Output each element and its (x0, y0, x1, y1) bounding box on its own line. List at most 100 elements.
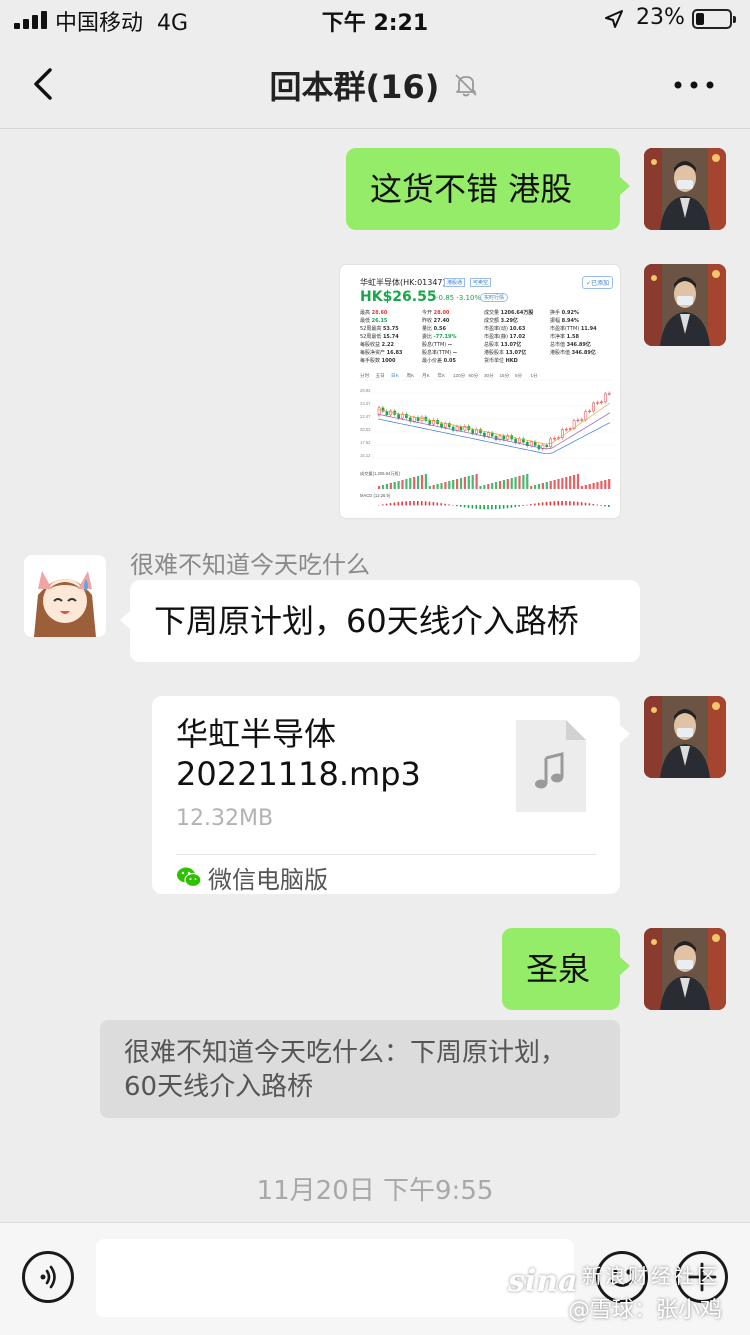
stock-price: HK$26.55 (360, 289, 437, 305)
macd-bar (542, 502, 544, 505)
volume-bar (608, 479, 610, 489)
quote-cell: 量比 0.56 (422, 325, 446, 332)
candle (456, 427, 458, 431)
stock-change: -0.85 -3.10% (436, 294, 481, 302)
candle (585, 412, 587, 420)
volume-bar (573, 475, 575, 489)
volume-bar (398, 481, 400, 489)
quote-cell: 市盈率(静) 17.02 (484, 333, 525, 340)
quote-cell: 换手 0.92% (550, 309, 579, 316)
chart-tab: 30分 (484, 372, 494, 379)
y-tick-label: 22.47 (360, 414, 371, 419)
volume-bar (585, 485, 587, 489)
quote-cell: 股息(TTM) -- (422, 341, 452, 348)
macd-bar (421, 501, 423, 505)
macd-bar (495, 505, 497, 509)
volume-bar (557, 479, 559, 489)
volume-bar (515, 477, 517, 489)
y-tick-label: 15.12 (360, 453, 371, 458)
message-input[interactable] (96, 1239, 574, 1317)
macd-bar (429, 502, 431, 506)
my-avatar[interactable] (644, 264, 726, 346)
message-bubble[interactable]: 圣泉 (502, 928, 620, 1010)
volume-bar (581, 486, 583, 489)
quoted-message[interactable]: 很难不知道今天吃什么：下周原计划， 60天线介入路桥 (100, 1020, 620, 1118)
stock-screenshot-image[interactable]: 华虹半导体(HK:01347) 港股通 可卖空 ✓已添加 HK$26.55 -0… (340, 265, 620, 518)
macd-bar (405, 501, 407, 505)
y-tick-label: 17.52 (360, 440, 371, 445)
voice-input-button[interactable] (22, 1251, 74, 1303)
quote-cell: 每股净资产 16.83 (360, 349, 402, 356)
y-tick-label: 23.47 (360, 401, 371, 406)
quote-cell: 港股股本 13.07亿 (484, 349, 526, 356)
message-bubble[interactable]: 下周原计划，60天线介入路桥 (130, 580, 640, 662)
macd-bar (499, 505, 501, 509)
macd-bar (483, 505, 485, 509)
macd-bar (565, 501, 567, 505)
volume-bar (382, 485, 384, 489)
sender-avatar[interactable] (24, 555, 106, 637)
macd-bar (448, 504, 450, 505)
my-avatar[interactable] (644, 928, 726, 1010)
macd-bar (507, 505, 509, 508)
macd-bar (569, 501, 571, 505)
my-avatar[interactable] (644, 148, 726, 230)
stock-kline-chart: 分时五日日K周K月K年K120分60分30分15分5分1分29.8223.472… (358, 371, 614, 513)
chart-tab: 周K (407, 373, 416, 379)
macd-bar (577, 502, 579, 506)
my-avatar[interactable] (644, 696, 726, 778)
macd-bar (526, 505, 528, 506)
quote-cell: 每手股数 1000 (360, 357, 396, 364)
volume-bar (479, 486, 481, 489)
chart-tab: 分时 (360, 372, 370, 379)
volume-bar (444, 482, 446, 489)
macd-bar (437, 503, 439, 506)
location-arrow-icon (604, 9, 624, 29)
message-text: 圣泉 (526, 948, 590, 990)
divider (176, 854, 596, 855)
quote-cell: 货币单位 HKD (484, 357, 518, 364)
volume-bar (561, 478, 563, 489)
candle (503, 436, 505, 440)
volume-bar (487, 484, 489, 489)
macd-bar (398, 502, 400, 505)
macd-bar (472, 505, 474, 508)
message-bubble[interactable]: 这货不错 港股 (346, 148, 620, 230)
quote-cell: 总股本 13.07亿 (484, 341, 521, 348)
volume-bar (507, 479, 509, 489)
quote-line: 60天线介入路桥 (124, 1070, 596, 1104)
candle (429, 421, 431, 425)
volume-bar (456, 479, 458, 489)
volume-bar (495, 482, 497, 489)
chart-tab: 日K (391, 373, 400, 379)
quote-cell: 成交额 3.29亿 (484, 317, 518, 324)
file-message-card[interactable]: 华虹半导体 20221118.mp3 12.32MB 微信电脑版 (152, 696, 620, 894)
more-options-icon[interactable] (672, 70, 716, 100)
macd-bar (573, 501, 575, 505)
chart-tab: 15分 (500, 372, 510, 379)
sender-name: 很难不知道今天吃什么 (130, 545, 370, 580)
volume-bar (604, 480, 606, 489)
candle (600, 402, 602, 403)
macd-bar (608, 505, 610, 507)
quote-cell: 港股市值 346.89亿 (550, 349, 596, 356)
chart-tab: 五日 (376, 373, 385, 379)
volume-bar (378, 486, 380, 489)
macd-bar (596, 505, 598, 506)
volume-bar (476, 474, 478, 489)
volume-bar (472, 475, 474, 489)
volume-bar (491, 483, 493, 489)
macd-bar (433, 502, 435, 505)
volume-bar (565, 477, 567, 489)
chart-tab: 月K (422, 373, 431, 379)
mute-bell-icon (452, 71, 480, 99)
volume-bar (483, 485, 485, 489)
volume-label: 成交量(1,206.64万股) (360, 470, 401, 477)
volume-bar (413, 477, 415, 489)
macd-bar (401, 502, 403, 506)
battery-icon (692, 9, 732, 29)
volume-bar (538, 484, 540, 489)
candle (487, 433, 489, 437)
macd-bar (515, 505, 517, 507)
chat-header: 回本群(16) (0, 40, 750, 129)
